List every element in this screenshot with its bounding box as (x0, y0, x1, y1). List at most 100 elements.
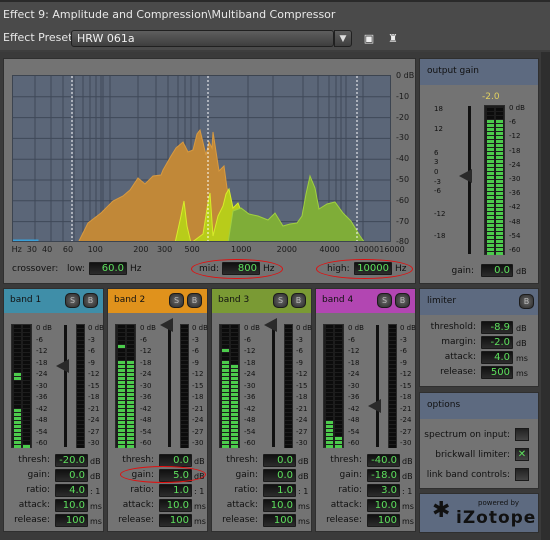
meter-segment (118, 361, 125, 364)
solo-button[interactable]: S (273, 293, 288, 308)
trash-icon[interactable]: ♜ (387, 32, 399, 45)
meter-segment (77, 357, 84, 360)
limiter-attack-field[interactable]: 4.0 (481, 351, 513, 364)
threshold-fader-handle[interactable] (160, 318, 173, 332)
param-field-ratio[interactable]: 3.0 (367, 484, 400, 497)
meter-segment (335, 425, 342, 428)
param-field-ratio[interactable]: 1.0 (159, 484, 192, 497)
meter-segment (335, 349, 342, 352)
bypass-button[interactable]: B (395, 293, 410, 308)
meter-segment (496, 208, 503, 211)
meter-scale-label: -60 (140, 439, 152, 447)
meter-segment (23, 349, 30, 352)
brickwall-limiter-checkbox[interactable]: ✕ (515, 448, 529, 461)
meter-segment (231, 393, 238, 396)
param-field-release[interactable]: 100 (367, 514, 400, 527)
meter-segment (77, 373, 84, 376)
solo-button[interactable]: S (65, 293, 80, 308)
meter-segment (389, 425, 396, 428)
meter-segment (118, 389, 125, 392)
meter-segment (326, 357, 333, 360)
meter-scale-label: -6 (140, 335, 147, 344)
meter-segment (389, 385, 396, 388)
spectrum-on-input-checkbox[interactable] (515, 428, 529, 441)
output-gain-fader-handle[interactable] (459, 169, 472, 183)
gr-scale-label: -24 (296, 416, 308, 424)
meter-segment (77, 377, 84, 380)
meter-segment (127, 349, 134, 352)
meter-segment (496, 156, 503, 159)
param-field-ratio[interactable]: 4.0 (55, 484, 88, 497)
param-field-attack[interactable]: 10.0 (263, 499, 296, 512)
meter-segment (335, 333, 342, 336)
threshold-fader-track[interactable] (64, 325, 67, 447)
bypass-button[interactable]: B (291, 293, 306, 308)
meter-segment (231, 429, 238, 432)
mid-crossover-field[interactable]: 800 (222, 262, 260, 275)
scrollbar[interactable] (541, 52, 550, 540)
meter-segment (231, 389, 238, 392)
param-field-thresh[interactable]: -20.0 (55, 454, 88, 467)
param-label-thresh: thresh: (18, 455, 50, 465)
param-field-attack[interactable]: 10.0 (159, 499, 192, 512)
meter-segment (326, 385, 333, 388)
threshold-fader-track[interactable] (168, 325, 171, 447)
band-level-meter (219, 324, 240, 448)
solo-button[interactable]: S (169, 293, 184, 308)
param-field-thresh[interactable]: 0.0 (263, 454, 296, 467)
threshold-fader-handle[interactable] (56, 358, 69, 373)
param-field-release[interactable]: 100 (159, 514, 192, 527)
band-level-meter (323, 324, 344, 448)
floppy-disk-icon[interactable]: ▣ (363, 32, 375, 45)
meter-scale-label: -36 (36, 393, 48, 401)
low-crossover-field[interactable]: 60.0 (89, 262, 127, 275)
threshold-fader-handle[interactable] (264, 318, 277, 332)
db-tick-label: -30 (396, 133, 410, 143)
bypass-button[interactable]: B (83, 293, 98, 308)
limiter-margin-field[interactable]: -2.0 (481, 336, 513, 349)
meter-segment (118, 357, 125, 360)
param-field-gain[interactable]: 0.0 (55, 469, 88, 482)
meter-segment (181, 421, 188, 424)
preset-dropdown[interactable]: HRW 061a (71, 30, 334, 47)
solo-button[interactable]: S (377, 293, 392, 308)
threshold-fader-handle[interactable] (368, 399, 381, 414)
param-field-release[interactable]: 100 (263, 514, 296, 527)
meter-segment (14, 389, 21, 392)
meter-scale-label: -36 (244, 393, 256, 401)
high-crossover-field[interactable]: 10000 (354, 262, 392, 275)
meter-segment (487, 220, 494, 223)
high-label: high: (327, 264, 350, 274)
gr-scale-label: -21 (88, 404, 100, 413)
limiter-threshold-field[interactable]: -8.9 (481, 321, 513, 334)
param-field-release[interactable]: 100 (55, 514, 88, 527)
meter-segment (285, 437, 292, 440)
threshold-fader-track[interactable] (272, 325, 275, 447)
threshold-fader-track[interactable] (376, 325, 379, 447)
db-tick-label: -70 (396, 216, 410, 226)
link-band-controls-checkbox[interactable] (515, 468, 529, 481)
param-field-gain[interactable]: -18.0 (367, 469, 400, 482)
chevron-down-icon[interactable]: ▼ (334, 30, 352, 47)
meter-segment (222, 365, 229, 368)
fader-scale-label: 6 (434, 149, 439, 157)
meter-segment (231, 409, 238, 412)
meter-segment (231, 357, 238, 360)
meter-segment (231, 377, 238, 380)
meter-segment (222, 425, 229, 428)
meter-segment (487, 188, 494, 191)
param-field-attack[interactable]: 10.0 (367, 499, 400, 512)
bypass-button[interactable]: B (187, 293, 202, 308)
meter-segment (389, 381, 396, 384)
limiter-release-field[interactable]: 500 (481, 366, 513, 379)
meter-segment (14, 361, 21, 364)
spectrum-plot[interactable] (12, 75, 391, 242)
param-field-attack[interactable]: 10.0 (55, 499, 88, 512)
gr-scale-label: -18 (400, 393, 412, 401)
param-field-ratio[interactable]: 1.0 (263, 484, 296, 497)
param-field-thresh[interactable]: -40.0 (367, 454, 400, 467)
meter-scale-label: -30 (140, 381, 152, 390)
limiter-bypass-button[interactable]: B (519, 294, 534, 309)
param-field-gain[interactable]: 0.0 (263, 469, 296, 482)
output-gain-field[interactable]: 0.0 (481, 264, 513, 277)
